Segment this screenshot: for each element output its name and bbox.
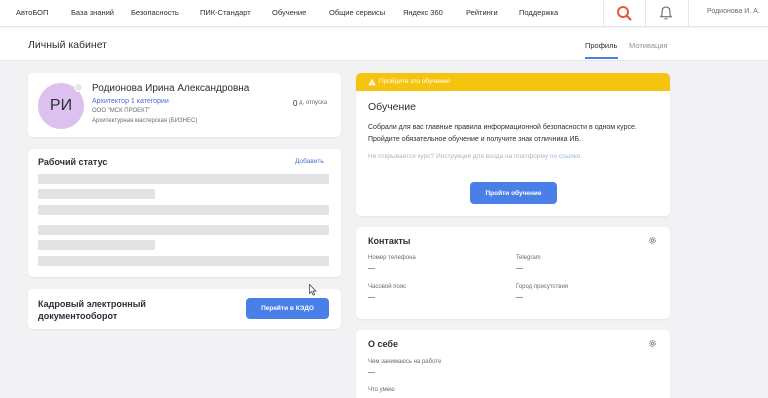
tab-active-indicator [585,57,618,59]
city-label: Город присутствия [516,284,569,290]
nav-divider [603,0,604,27]
nav-divider [645,0,646,27]
phone-value: — [368,265,375,272]
top-navigation: АвтоБОП База знаний Безопасность ПИК-Ста… [0,0,768,27]
nav-divider [688,0,689,27]
city-value: — [516,294,523,301]
work-value: — [368,369,375,376]
nav-item-knowledge-base[interactable]: База знаний [71,8,114,17]
avatar-status-badge [74,83,83,92]
training-help-text: Не открывается курс? Инструкция для вход… [368,153,549,160]
nav-item-common-services[interactable]: Общие сервисы [329,8,385,17]
gear-icon[interactable] [648,339,657,348]
page-title: Личный кабинет [28,39,107,51]
skeleton-line [38,174,329,184]
training-description: Собрали для вас главные правила информац… [368,124,637,143]
training-banner: Пройдите это обучение [356,73,670,91]
warning-icon [368,78,376,86]
contacts-title: Контакты [368,236,411,246]
add-status-link[interactable]: Добавить [295,158,324,165]
nav-item-security[interactable]: Безопасность [131,8,179,17]
gear-icon[interactable] [648,236,657,245]
skeleton-line [38,189,155,199]
timezone-label: Часовой пояс [368,284,407,290]
profile-position[interactable]: Архитектор 1 категории [92,98,169,105]
telegram-value: — [516,265,523,272]
telegram-label: Telegram [516,255,541,261]
about-title: О себе [368,339,398,349]
work-status-title: Рабочий статус [38,157,108,167]
phone-label: Номер телефона [368,255,416,261]
nav-item-support[interactable]: Поддержка [519,8,558,17]
skills-label: Что умею [368,387,395,393]
nav-item-pik-standard[interactable]: ПИК-Стандарт [200,8,251,17]
training-card: Пройдите это обучение Обучение Собрали д… [356,73,670,216]
skeleton-line [38,240,155,250]
timezone-value: — [368,294,375,301]
profile-department: Архитектурная мастерская (БИЗНЕС) [92,118,198,124]
cursor-icon [309,284,317,296]
bell-icon[interactable] [657,4,675,22]
training-help: Не открывается курс? Инструкция для вход… [368,153,582,160]
kedo-title: Кадровый электронный документооборот [38,299,146,321]
skeleton-line [38,205,329,215]
page-header: Личный кабинет Профиль Мотивация [0,28,768,61]
about-card: О себе Чем занимаюсь на работе — Что уме… [356,330,670,398]
contacts-card: Контакты Номер телефона — Telegram — Час… [356,227,670,319]
nav-item-training[interactable]: Обучение [272,8,306,17]
profile-card: РИ Родионова Ирина Александровна Архитек… [28,73,341,137]
training-banner-text: Пройдите это обучение [379,78,451,85]
nav-item-yandex-360[interactable]: Яндекс 360 [403,8,443,17]
nav-item-avtobop[interactable]: АвтоБОП [16,8,48,17]
profile-company: ООО "МСК ПРОЕКТ" [92,108,151,114]
work-status-card: Рабочий статус Добавить [28,149,341,277]
vacation-days-count: 0 [293,99,298,108]
vacation-days-label: д. отпуска [299,100,328,106]
tab-motivation[interactable]: Мотивация [629,41,668,50]
go-to-kedo-button[interactable]: Перейти в КЭДО [246,298,329,319]
nav-item-ratings[interactable]: Рейтинги [466,8,498,17]
search-icon[interactable] [615,4,633,22]
start-training-button[interactable]: Пройти обучение [470,182,557,204]
kedo-card: Кадровый электронный документооборот Пер… [28,289,341,329]
work-label: Чем занимаюсь на работе [368,359,442,365]
tab-profile[interactable]: Профиль [585,41,617,50]
training-help-link[interactable]: по ссылке. [550,153,582,160]
training-title: Обучение [368,101,417,113]
skeleton-line [38,225,329,235]
profile-name: Родионова Ирина Александровна [92,83,250,94]
user-menu[interactable]: Родионова И. А. [707,8,760,15]
skeleton-line [38,256,329,266]
